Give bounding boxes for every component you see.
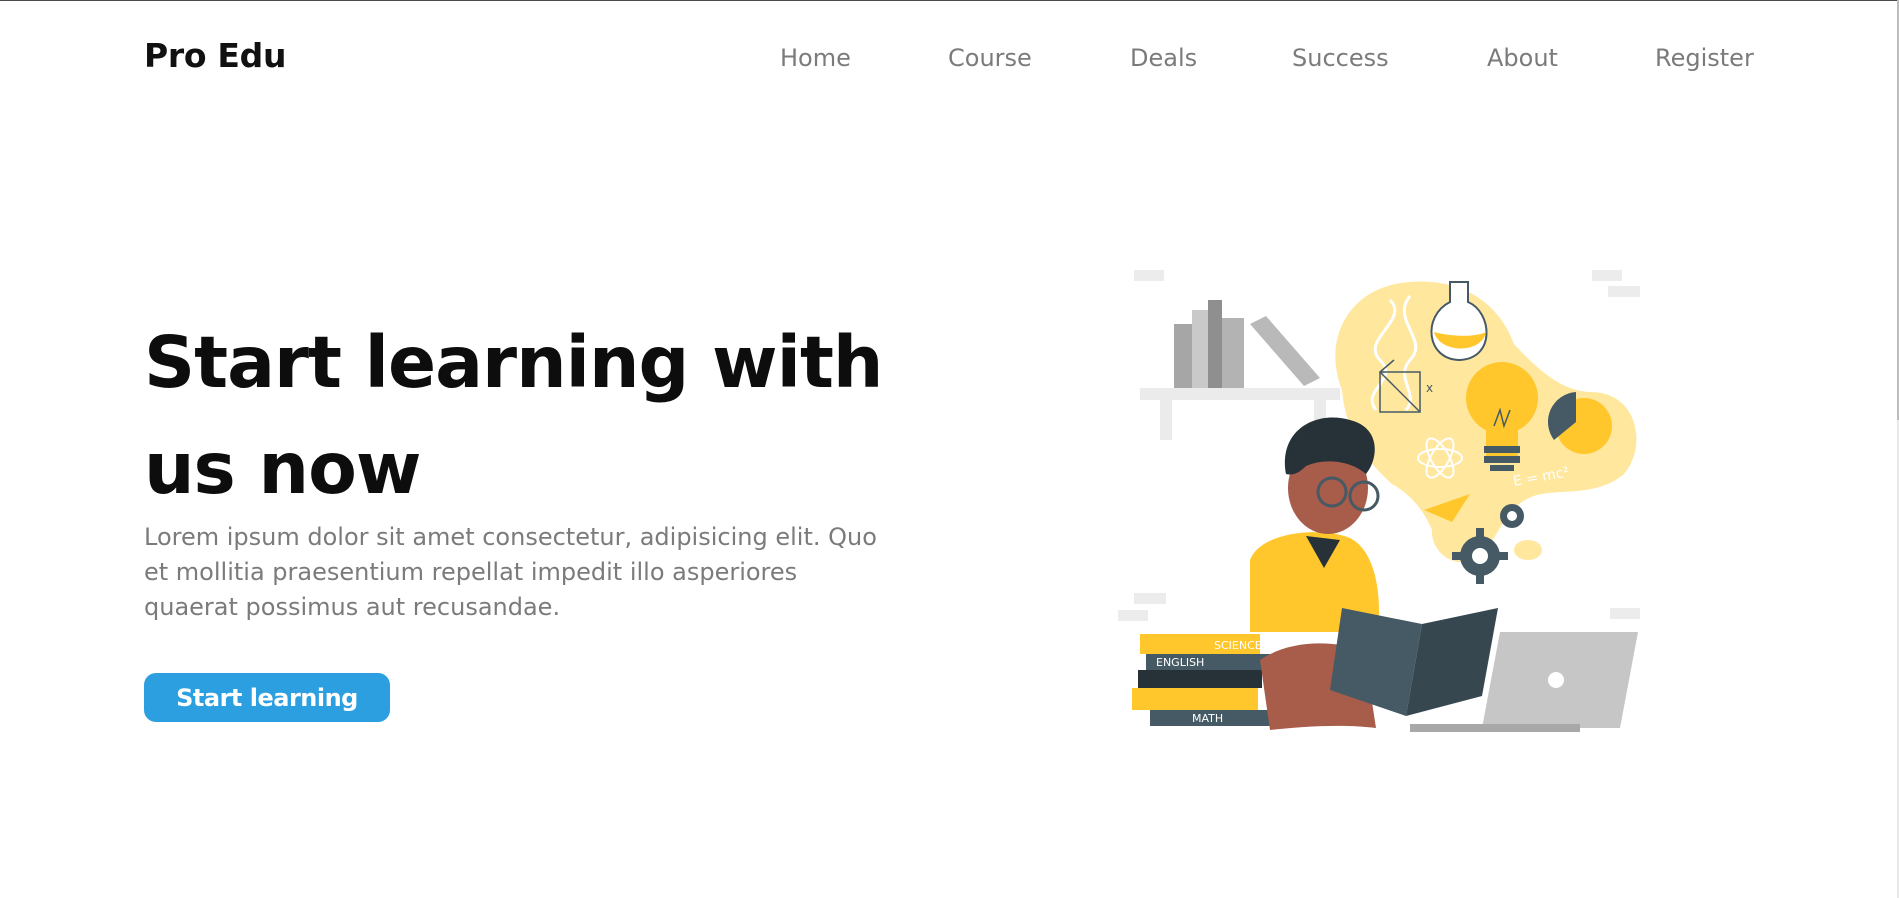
nav-item-course[interactable]: Course (948, 44, 1032, 72)
hero-title: Start learning with us now (144, 310, 904, 522)
nav-item-register[interactable]: Register (1655, 44, 1754, 72)
nav-item-home[interactable]: Home (780, 44, 851, 72)
start-learning-button[interactable]: Start learning (144, 673, 390, 722)
book-label-math: MATH (1192, 712, 1223, 725)
idea-cloud-bubble (1514, 540, 1542, 560)
nav-item-deals[interactable]: Deals (1130, 44, 1197, 72)
nav-item-success[interactable]: Success (1292, 44, 1389, 72)
variable-label: x (1426, 381, 1433, 395)
book-label-science: SCIENCE (1214, 639, 1262, 652)
main-nav: Home Course Deals Success About Register (0, 44, 1899, 78)
hero-title-line-1: Start learning with (144, 321, 883, 404)
student-figure (1250, 417, 1380, 632)
book-label-english: ENGLISH (1156, 656, 1204, 669)
window-top-border (0, 0, 1899, 1)
hero-title-line-2: us now (144, 427, 421, 510)
student-learning-illustration: x E = mc² SCIENCE ENGLISH MATH (1118, 270, 1640, 732)
nav-item-about[interactable]: About (1487, 44, 1558, 72)
hero-description: Lorem ipsum dolor sit amet consectetur, … (144, 523, 877, 621)
small-gear-icon (1500, 504, 1524, 528)
book-stack: SCIENCE ENGLISH MATH (1132, 634, 1270, 726)
bookshelf (1140, 300, 1340, 440)
